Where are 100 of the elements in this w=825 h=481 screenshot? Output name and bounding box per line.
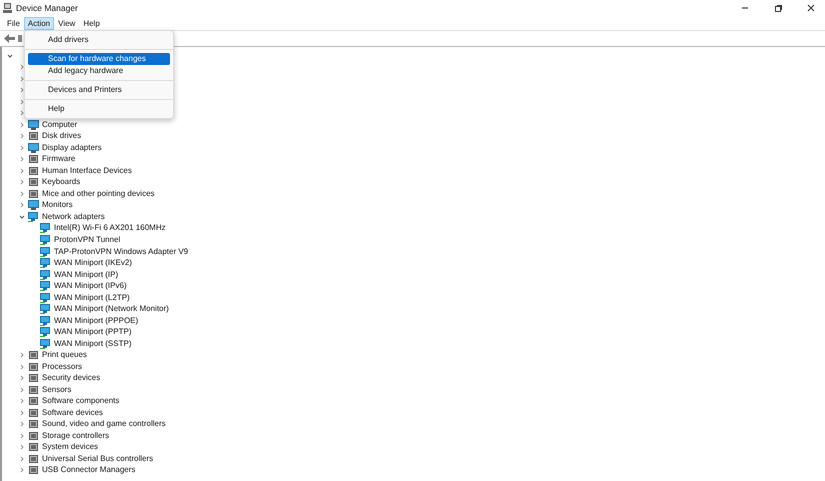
menu-item[interactable]: Action <box>24 16 54 30</box>
computer-icon <box>3 3 12 13</box>
expand-chevron-icon[interactable] <box>19 168 25 174</box>
device-icon <box>28 362 39 372</box>
close-icon[interactable] <box>806 4 814 12</box>
back-arrow-icon[interactable] <box>4 34 15 43</box>
tree-item[interactable]: Sensors <box>42 384 72 395</box>
network-icon <box>40 223 51 234</box>
expand-chevron-icon[interactable] <box>19 156 25 162</box>
device-icon <box>28 442 39 452</box>
menu-item[interactable]: View <box>54 16 80 30</box>
network-icon <box>40 338 51 349</box>
monitor-icon <box>28 120 39 130</box>
device-icon <box>28 166 39 176</box>
tree-item[interactable]: WAN Miniport (PPPOE) <box>54 316 138 326</box>
expand-chevron-icon[interactable] <box>19 202 25 208</box>
tree-item[interactable]: Keyboards <box>42 177 80 188</box>
expand-chevron-icon[interactable] <box>19 179 25 186</box>
device-icon <box>28 430 39 441</box>
menu-item[interactable]: Add legacy hardware <box>28 65 170 77</box>
menu-item[interactable]: Help <box>79 16 104 30</box>
device-icon <box>28 350 39 360</box>
device-icon <box>28 454 39 464</box>
network-icon <box>40 258 51 268</box>
tree-item[interactable]: Processors <box>42 362 82 372</box>
expand-chevron-icon[interactable] <box>19 444 25 450</box>
device-icon <box>28 465 39 476</box>
expand-chevron-icon[interactable] <box>19 456 25 462</box>
expand-chevron-icon[interactable] <box>19 364 25 370</box>
device-icon <box>28 131 39 142</box>
tree-item[interactable]: Mice and other pointing devices <box>42 188 155 199</box>
tree-item[interactable]: Universal Serial Bus controllers <box>42 454 154 464</box>
menu-item[interactable]: File <box>3 16 24 30</box>
menu-item[interactable]: Add drivers <box>28 34 170 46</box>
menu-item[interactable]: Devices and Printers <box>28 84 170 96</box>
tree-item[interactable]: USB Connector Managers <box>42 465 136 476</box>
expand-chevron-icon[interactable] <box>19 122 25 128</box>
network-icon <box>28 212 39 222</box>
device-icon <box>28 154 39 164</box>
collapse-chevron-icon[interactable] <box>19 214 25 220</box>
expand-chevron-icon[interactable] <box>19 421 25 428</box>
monitor-icon <box>28 142 39 153</box>
expand-chevron-icon[interactable] <box>19 410 25 416</box>
expand-chevron-icon[interactable] <box>19 76 25 82</box>
network-icon <box>40 281 51 292</box>
tree-item[interactable]: Display adapters <box>42 142 102 153</box>
monitor-icon <box>28 200 39 210</box>
expand-chevron-icon[interactable] <box>19 87 25 94</box>
tree-item[interactable]: System devices <box>42 442 98 452</box>
tree-item[interactable]: Disk drives <box>42 131 82 142</box>
network-icon <box>40 292 51 303</box>
expand-chevron-icon[interactable] <box>19 133 25 140</box>
expand-chevron-icon[interactable] <box>19 64 25 70</box>
tree-item[interactable]: WAN Miniport (IPv6) <box>54 281 127 292</box>
tree-item[interactable]: Computer <box>42 120 78 130</box>
network-icon <box>40 327 51 338</box>
network-icon <box>40 304 51 314</box>
device-icon <box>28 373 39 384</box>
tree-item[interactable]: Software components <box>42 396 120 406</box>
tree-item[interactable]: WAN Miniport (Network Monitor) <box>54 304 169 314</box>
menu-item[interactable]: Scan for hardware changes <box>28 53 170 65</box>
menu-item[interactable]: Help <box>28 103 170 115</box>
expand-chevron-icon[interactable] <box>19 352 25 358</box>
device-icon <box>28 396 39 406</box>
expand-chevron-icon[interactable] <box>19 432 25 439</box>
expand-chevron-icon[interactable] <box>19 375 25 382</box>
device-icon <box>28 408 39 418</box>
device-icon <box>28 384 39 395</box>
tree-item[interactable]: WAN Miniport (IP) <box>54 270 118 280</box>
network-icon <box>40 270 51 280</box>
device-icon <box>28 177 39 188</box>
tree-item[interactable]: Print queues <box>42 350 87 360</box>
expand-chevron-icon[interactable] <box>19 98 25 105</box>
tree-item[interactable]: Software devices <box>42 408 103 418</box>
tree-item[interactable]: Sound, video and game controllers <box>42 419 166 430</box>
restore-icon[interactable] <box>774 4 782 12</box>
tree-item[interactable]: Firmware <box>42 154 76 164</box>
tree-item[interactable]: TAP-ProtonVPN Windows Adapter V9 <box>54 246 188 257</box>
collapse-chevron-icon[interactable] <box>7 52 13 59</box>
expand-chevron-icon[interactable] <box>19 110 25 116</box>
tree-item[interactable]: Network adapters <box>42 212 105 222</box>
tree-item[interactable]: Monitors <box>42 200 73 210</box>
expand-chevron-icon[interactable] <box>19 398 25 404</box>
tree-item[interactable]: Human Interface Devices <box>42 166 132 176</box>
tree-item[interactable]: Security devices <box>42 373 100 384</box>
tree-item[interactable]: Storage controllers <box>42 430 110 441</box>
tree-item[interactable]: ProtonVPN Tunnel <box>54 235 120 245</box>
tree-item[interactable]: Intel(R) Wi-Fi 6 AX201 160MHz <box>54 223 166 234</box>
tree-item[interactable]: WAN Miniport (L2TP) <box>54 292 130 303</box>
network-icon <box>40 246 51 257</box>
window-title: Device Manager <box>16 3 78 13</box>
expand-chevron-icon[interactable] <box>19 467 25 474</box>
tree-item[interactable]: WAN Miniport (SSTP) <box>54 338 132 349</box>
expand-chevron-icon[interactable] <box>19 386 25 393</box>
expand-chevron-icon[interactable] <box>19 190 25 197</box>
device-icon <box>28 188 39 199</box>
device-icon <box>28 419 39 430</box>
expand-chevron-icon[interactable] <box>19 144 25 151</box>
tree-item[interactable]: WAN Miniport (PPTP) <box>54 327 132 338</box>
tree-item[interactable]: WAN Miniport (IKEv2) <box>54 258 132 268</box>
